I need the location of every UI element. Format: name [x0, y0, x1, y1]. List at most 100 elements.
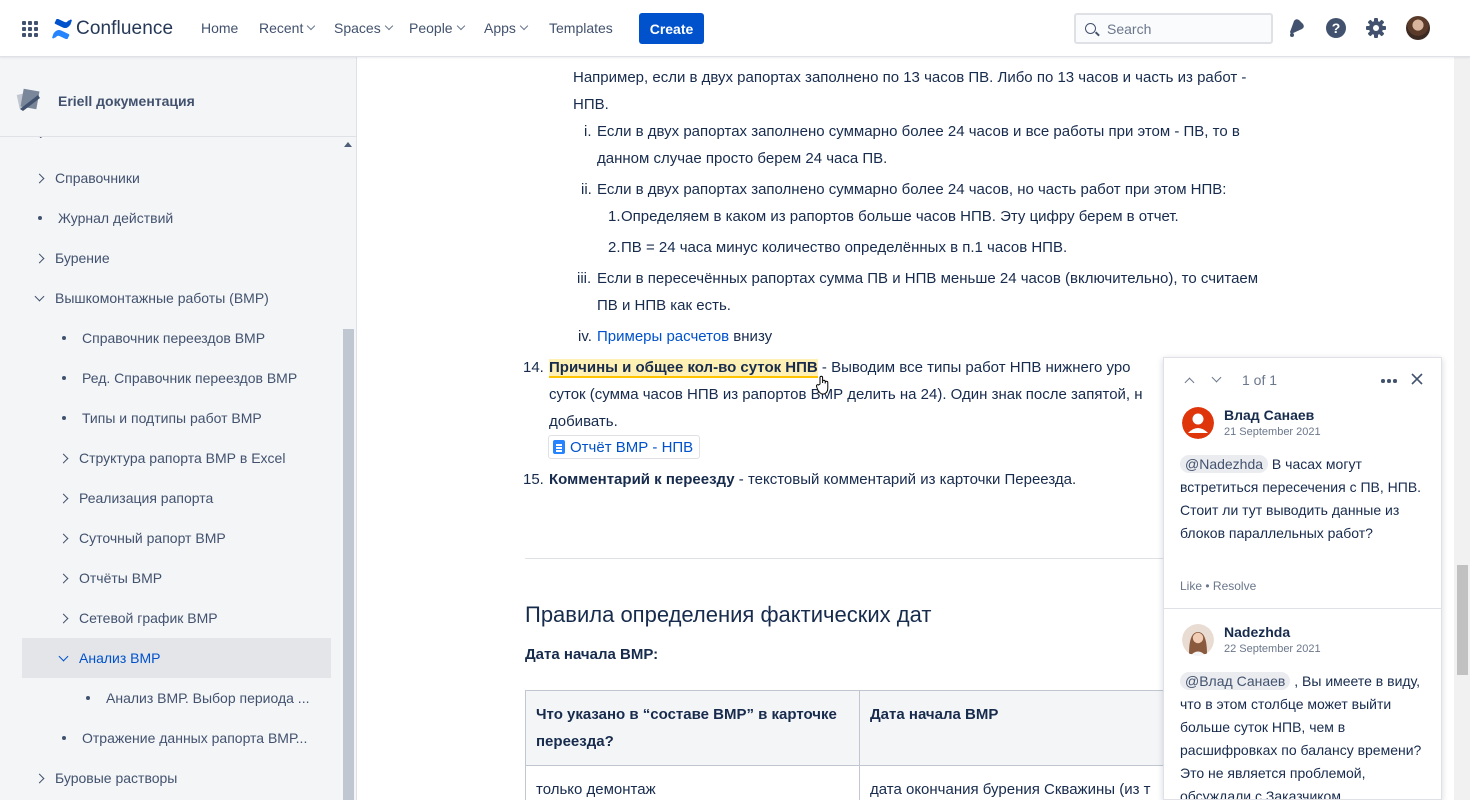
settings-icon[interactable] — [1365, 17, 1387, 39]
comment-author[interactable]: Влад Санаев — [1224, 407, 1314, 423]
chevron-down-icon[interactable] — [58, 651, 69, 661]
list-marker: i. — [584, 123, 592, 140]
smart-link-label: Отчёт ВМР - НПВ — [570, 438, 694, 456]
chevron-right-icon[interactable] — [58, 613, 69, 623]
sidebar-item-label: Типы и подтипы работ ВМР — [82, 410, 262, 426]
sidebar-tree-item[interactable]: Структура рапорта ВМР в Excel — [58, 438, 286, 478]
sidebar-tree-item[interactable]: Анализ ВМР. Выбор периода ... — [86, 678, 309, 718]
bullet-icon — [62, 376, 66, 380]
nav-spaces[interactable]: Spaces — [334, 20, 393, 36]
user-avatar[interactable] — [1406, 16, 1430, 40]
text-line: Если в пересечённых рапортах сумма ПВ и … — [597, 270, 1259, 287]
sidebar-tree-item[interactable]: Бурение — [34, 238, 110, 278]
comment-author[interactable]: Nadezhda — [1224, 624, 1290, 640]
chevron-down-icon — [519, 21, 529, 31]
notifications-icon[interactable] — [1285, 17, 1307, 39]
confluence-logo[interactable]: Confluence — [52, 16, 173, 42]
chevron-right-icon[interactable] — [58, 453, 69, 463]
comment-body: @Nadezhda В часах могут встретиться пере… — [1180, 453, 1425, 545]
list-marker: iv. — [578, 328, 592, 345]
close-icon[interactable] — [1410, 372, 1424, 386]
mention[interactable]: @Влад Санаев — [1180, 672, 1291, 690]
sidebar-tree-item[interactable]: Журнал действий — [38, 198, 173, 238]
comment-counter: 1 of 1 — [1242, 372, 1278, 388]
separator: • — [1205, 579, 1210, 593]
chevron-right-icon[interactable] — [58, 493, 69, 503]
sidebar-tree-item[interactable]: Суточный рапорт ВМР — [58, 518, 226, 558]
chevron-right-icon[interactable] — [58, 573, 69, 583]
nav-templates[interactable]: Templates — [549, 20, 613, 36]
nav-home[interactable]: Home — [201, 20, 238, 36]
chevron-right-icon[interactable] — [34, 173, 45, 183]
comment-body: @Влад Санаев , Вы имеете в виду, что в э… — [1180, 670, 1425, 799]
chevron-down-icon[interactable] — [34, 291, 45, 301]
sidebar-tree-item[interactable]: Отчёты ВМР — [58, 558, 162, 598]
text-line: Например, если в двух рапортах заполнено… — [573, 69, 1247, 86]
sidebar-item-label: Реализация рапорта — [79, 490, 214, 506]
table-header-row: Что указано в “составе ВМР” в карточке п… — [525, 690, 1220, 766]
text-line: ПВ = 24 часа минус количество определённ… — [621, 239, 1068, 256]
text-fragment: - текстовый комментарий из карточки Пере… — [734, 471, 1077, 488]
space-header[interactable]: Eriell документация — [0, 57, 356, 137]
examples-link[interactable]: Примеры расчетов — [597, 328, 729, 345]
text-line: добивать. — [549, 413, 618, 430]
bullet-icon — [86, 696, 90, 700]
comment-actions: Like • Resolve — [1180, 579, 1256, 593]
sidebar-item-label: Бурение — [55, 250, 110, 266]
page-scrollbar[interactable] — [1454, 57, 1470, 800]
like-button[interactable]: Like — [1180, 579, 1202, 593]
chevron-right-icon[interactable] — [34, 253, 45, 263]
chevron-down-icon — [307, 21, 316, 31]
hand-cursor-icon — [816, 375, 829, 395]
app-switcher-icon[interactable] — [22, 21, 38, 37]
nav-apps[interactable]: Apps — [484, 20, 529, 36]
sidebar-scroll-thumb[interactable] — [343, 329, 354, 800]
sidebar-tree-item[interactable]: Справочник переездов ВМР — [62, 318, 265, 358]
sidebar-item-label: Справочники — [55, 170, 140, 186]
dates-table: Что указано в “составе ВМР” в карточке п… — [525, 690, 1220, 800]
sidebar-item-label: Суточный рапорт ВМР — [79, 530, 226, 546]
sidebar-tree-item[interactable]: Анализ ВМР — [22, 638, 331, 678]
list-marker: 1. — [608, 208, 621, 225]
sidebar-tree-item[interactable]: Вышкомонтажные работы (ВМР) — [34, 278, 269, 318]
chevron-right-icon[interactable] — [58, 533, 69, 543]
sidebar-item-label: Структура рапорта ВМР в Excel — [79, 450, 286, 466]
top-navigation: Confluence Home Recent Spaces People App… — [0, 0, 1470, 57]
sidebar-item-label: Анализ ВМР — [79, 650, 161, 666]
sidebar-item-label: Буровые растворы — [55, 770, 178, 786]
chevron-up-icon[interactable] — [1184, 377, 1195, 388]
more-actions-icon[interactable] — [1381, 379, 1399, 383]
sidebar-tree-item[interactable]: Ред. Справочник переездов ВМР — [62, 358, 297, 398]
sidebar-tree-item[interactable]: Отражение данных рапорта ВМР... — [62, 718, 307, 758]
search-placeholder: Search — [1107, 20, 1152, 37]
sidebar-tree-item[interactable]: Реализация рапорта — [58, 478, 214, 518]
text-line: ПВ и НПВ как есть. — [597, 297, 731, 314]
nav-recent[interactable]: Recent — [259, 20, 316, 36]
create-button[interactable]: Create — [639, 13, 704, 44]
nav-people[interactable]: People — [409, 20, 465, 36]
brand-name: Confluence — [76, 18, 174, 39]
avatar[interactable] — [1182, 407, 1214, 439]
sidebar-tree-item[interactable]: Типы и подтипы работ ВМР — [62, 398, 262, 438]
text-line: Если в двух рапортах заполнено суммарно … — [597, 181, 1227, 198]
table-row: только демонтаж дата окончания бурения С… — [525, 765, 1220, 800]
sidebar-tree-item[interactable]: Сетевой график ВМР — [58, 598, 218, 638]
page-scroll-thumb[interactable] — [1457, 565, 1468, 675]
chevron-right-icon[interactable] — [34, 773, 45, 783]
smart-link[interactable]: Отчёт ВМР - НПВ — [548, 435, 701, 459]
search-input[interactable]: Search — [1074, 13, 1273, 44]
nav-home-label: Home — [201, 20, 239, 36]
table-cell: только демонтаж — [525, 765, 860, 800]
text-line: Причины и общее кол-во суток НПВ - Вывод… — [549, 354, 1131, 381]
avatar[interactable] — [1182, 624, 1214, 656]
chevron-down-icon[interactable] — [1211, 372, 1222, 383]
sidebar-tree-item[interactable]: Буровые растворы — [34, 758, 178, 798]
resolve-button[interactable]: Resolve — [1213, 579, 1256, 593]
sidebar-tree-item[interactable]: Справочники — [34, 158, 140, 198]
list-marker: 14. — [523, 359, 544, 376]
text-line: Если в двух рапортах заполнено суммарно … — [597, 123, 1240, 140]
scroll-up-arrow-icon[interactable] — [344, 142, 352, 147]
highlighted-commented-text[interactable]: Причины и общее кол-во суток НПВ — [549, 359, 818, 378]
mention[interactable]: @Nadezhda — [1180, 455, 1269, 473]
help-icon[interactable]: ? — [1325, 17, 1347, 39]
